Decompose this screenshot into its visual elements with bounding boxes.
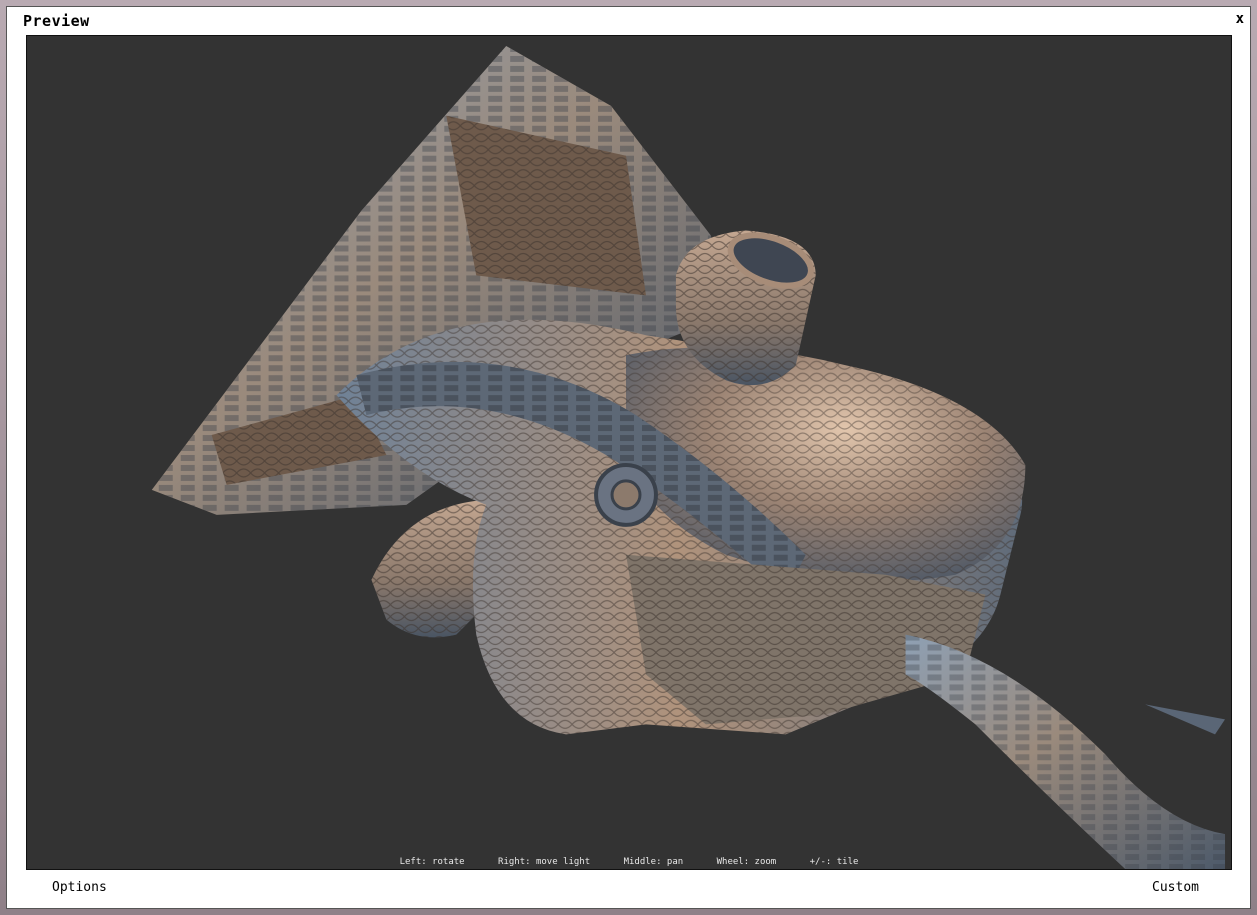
- controls-hint-bar: Left: rotate Right: move light Middle: p…: [27, 857, 1231, 867]
- window-title: Preview: [23, 12, 90, 30]
- title-bar: Preview x: [7, 7, 1250, 35]
- hint-left-rotate: Left: rotate: [399, 857, 465, 867]
- sculpted-model-render: [151, 45, 1226, 869]
- hint-middle-pan: Middle: pan: [623, 857, 684, 867]
- close-button[interactable]: x: [1236, 12, 1244, 26]
- options-button[interactable]: Options: [52, 880, 107, 895]
- preview-viewport[interactable]: Left: rotate Right: move light Middle: p…: [26, 35, 1232, 870]
- preview-window: Preview x Left: rotate Right: move light…: [6, 6, 1251, 909]
- custom-button[interactable]: Custom: [1152, 880, 1199, 895]
- hint-right-move-light: Right: move light: [498, 857, 591, 867]
- hint-wheel-zoom: Wheel: zoom: [716, 857, 777, 867]
- hint-tile: +/-: tile: [809, 857, 859, 867]
